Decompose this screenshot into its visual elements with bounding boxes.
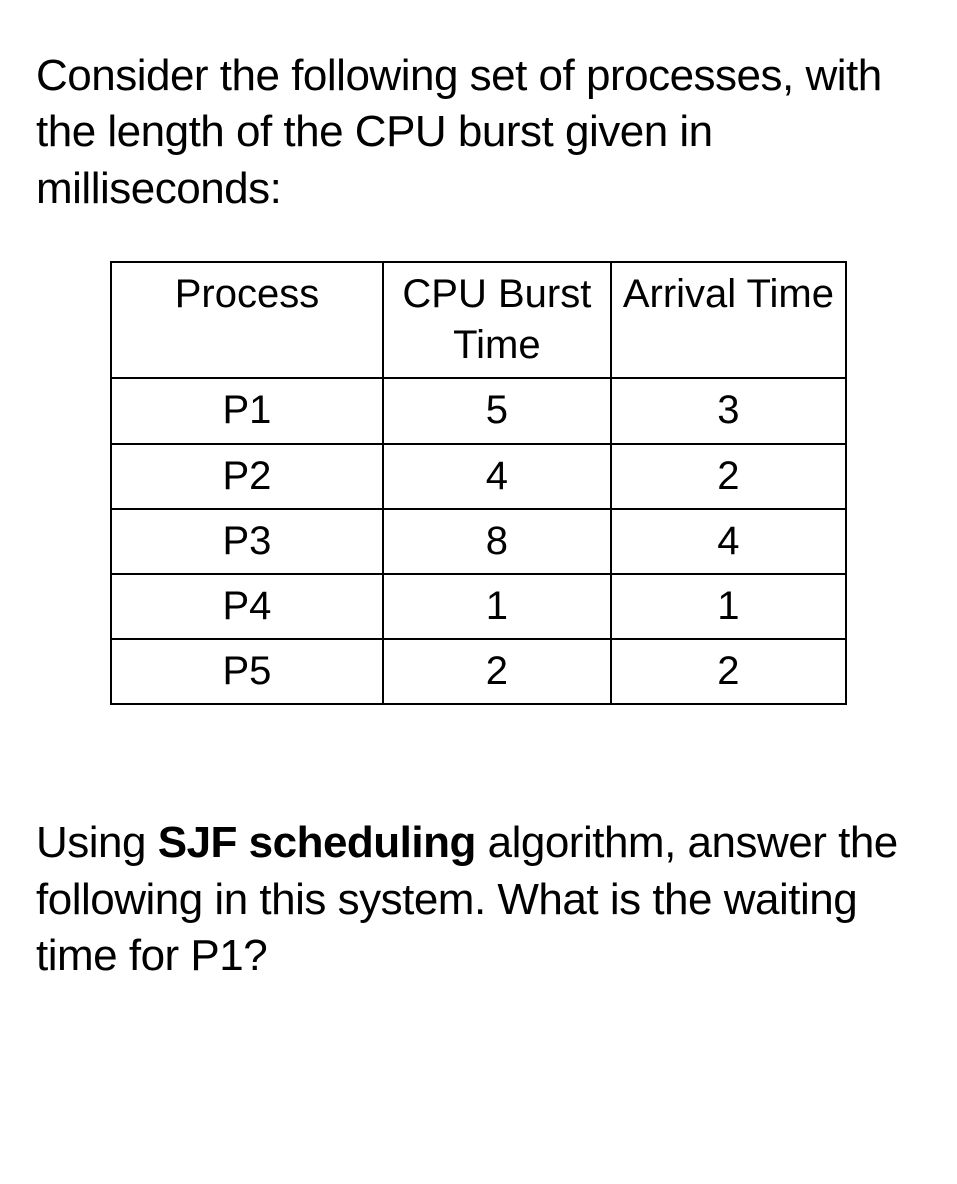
- cell-burst: 2: [383, 639, 611, 704]
- table-row: P1 5 3: [111, 378, 846, 443]
- cell-arrival: 2: [611, 444, 846, 509]
- cell-burst: 1: [383, 574, 611, 639]
- intro-paragraph: Consider the following set of processes,…: [36, 48, 921, 217]
- cell-arrival: 3: [611, 378, 846, 443]
- question-paragraph: Using SJF scheduling algorithm, answer t…: [36, 815, 921, 984]
- cell-burst: 5: [383, 378, 611, 443]
- cell-process: P3: [111, 509, 383, 574]
- table-row: P5 2 2: [111, 639, 846, 704]
- question-bold-term: SJF scheduling: [158, 818, 476, 867]
- cell-arrival: 1: [611, 574, 846, 639]
- process-table: Process CPU Burst Time Arrival Time P1 5…: [110, 261, 847, 705]
- header-cpu-burst: CPU Burst Time: [383, 262, 611, 378]
- cell-arrival: 2: [611, 639, 846, 704]
- table-row: P2 4 2: [111, 444, 846, 509]
- cell-process: P4: [111, 574, 383, 639]
- cell-burst: 8: [383, 509, 611, 574]
- table-row: P4 1 1: [111, 574, 846, 639]
- cell-process: P5: [111, 639, 383, 704]
- header-arrival-time: Arrival Time: [611, 262, 846, 378]
- cell-process: P2: [111, 444, 383, 509]
- cell-arrival: 4: [611, 509, 846, 574]
- header-process: Process: [111, 262, 383, 378]
- table-container: Process CPU Burst Time Arrival Time P1 5…: [36, 261, 921, 705]
- table-row: P3 8 4: [111, 509, 846, 574]
- question-prefix: Using: [36, 818, 158, 867]
- cell-process: P1: [111, 378, 383, 443]
- table-header-row: Process CPU Burst Time Arrival Time: [111, 262, 846, 378]
- cell-burst: 4: [383, 444, 611, 509]
